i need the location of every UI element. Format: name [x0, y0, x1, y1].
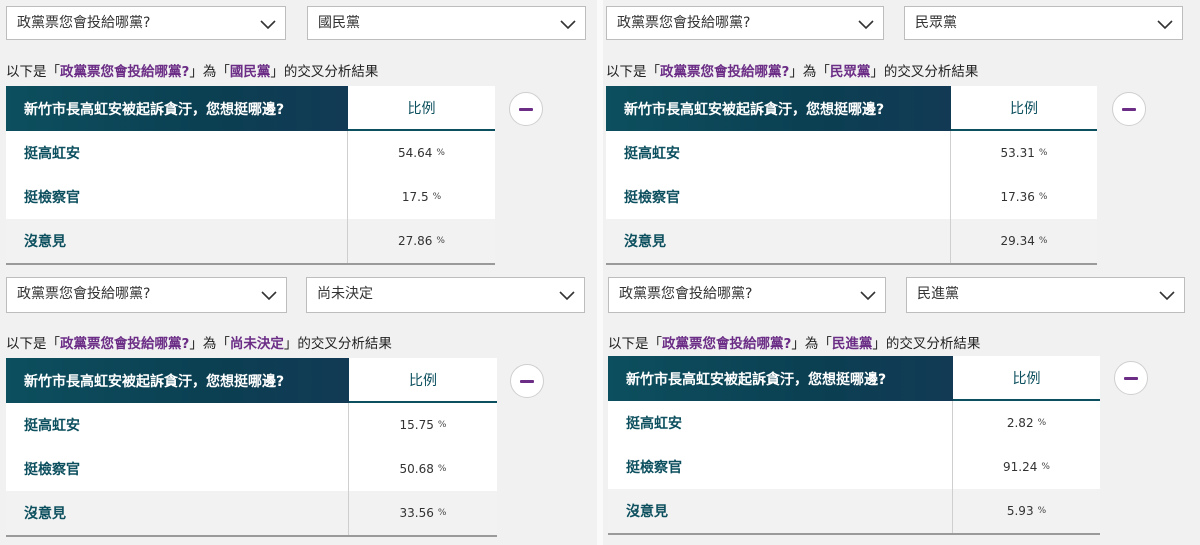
caption-question: 政黨票您會投給哪黨?: [60, 64, 190, 80]
caption-party: 民眾黨: [829, 64, 871, 80]
row-value: 2.82%: [953, 401, 1100, 445]
row-label: 沒意見: [6, 219, 348, 263]
table-row: 挺檢察官 17.5%: [6, 175, 495, 219]
table-header-question: 新竹市長高虹安被起訴貪汙，您想挺哪邊?: [606, 86, 951, 131]
collapse-button[interactable]: [509, 92, 543, 126]
table-header-ratio: 比例: [349, 358, 497, 403]
row-value: 33.56%: [349, 491, 497, 535]
table-row: 沒意見 5.93%: [608, 489, 1100, 533]
chevron-down-icon: [260, 20, 276, 30]
table-row: 挺檢察官 50.68%: [6, 447, 497, 491]
row-label: 沒意見: [6, 491, 349, 535]
table-header-ratio: 比例: [348, 86, 495, 131]
row-value: 50.68%: [349, 447, 497, 491]
row-value: 53.31%: [951, 131, 1097, 175]
row-label: 挺檢察官: [6, 175, 348, 219]
question-select-value: 政黨票您會投給哪黨?: [17, 286, 151, 302]
question-select-value: 政黨票您會投給哪黨?: [617, 15, 751, 31]
table-row: 挺高虹安 15.75%: [6, 403, 497, 447]
table-header-ratio: 比例: [953, 356, 1100, 401]
question-select[interactable]: 政黨票您會投給哪黨?: [606, 6, 884, 40]
row-label: 挺高虹安: [6, 131, 348, 175]
caption-party: 民進黨: [831, 336, 873, 352]
question-select[interactable]: 政黨票您會投給哪黨?: [6, 277, 287, 313]
minus-icon: [1124, 376, 1138, 380]
row-value: 17.5%: [348, 175, 495, 219]
collapse-button[interactable]: [1114, 361, 1148, 395]
row-label: 挺高虹安: [606, 131, 951, 175]
row-value: 29.34%: [951, 219, 1097, 263]
party-select[interactable]: 民眾黨: [904, 6, 1183, 40]
chevron-down-icon: [860, 291, 876, 301]
table-row: 挺高虹安 53.31%: [606, 131, 1097, 175]
minus-icon: [1122, 107, 1136, 111]
row-value: 17.36%: [951, 175, 1097, 219]
party-select-value: 民眾黨: [915, 15, 957, 31]
caption-party: 尚未決定: [229, 336, 284, 352]
minus-icon: [520, 379, 534, 383]
caption-party: 國民黨: [229, 64, 271, 80]
table-row: 挺檢察官 17.36%: [606, 175, 1097, 219]
party-select-value: 尚未決定: [317, 286, 373, 302]
chevron-down-icon: [858, 20, 874, 30]
party-select[interactable]: 民進黨: [906, 277, 1185, 313]
table-row: 沒意見 29.34%: [606, 219, 1097, 263]
crosstab-table: 新竹市長高虹安被起訴貪汙，您想挺哪邊? 比例 挺高虹安 15.75% 挺檢察官 …: [6, 358, 497, 537]
question-select-value: 政黨票您會投給哪黨?: [17, 15, 151, 31]
row-label: 挺檢察官: [606, 175, 951, 219]
table-row: 沒意見 27.86%: [6, 219, 495, 263]
table-row: 挺高虹安 54.64%: [6, 131, 495, 175]
panel-divider: [597, 0, 603, 545]
crosstab-table: 新竹市長高虹安被起訴貪汙，您想挺哪邊? 比例 挺高虹安 53.31% 挺檢察官 …: [606, 86, 1097, 265]
caption-question: 政黨票您會投給哪黨?: [662, 336, 792, 352]
row-label: 挺高虹安: [6, 403, 349, 447]
row-value: 54.64%: [348, 131, 495, 175]
crosstab-table: 新竹市長高虹安被起訴貪汙，您想挺哪邊? 比例 挺高虹安 54.64% 挺檢察官 …: [6, 86, 495, 265]
table-header-question: 新竹市長高虹安被起訴貪汙，您想挺哪邊?: [6, 86, 348, 131]
question-select[interactable]: 政黨票您會投給哪黨?: [608, 277, 886, 313]
table-header-question: 新竹市長高虹安被起訴貪汙，您想挺哪邊?: [608, 356, 953, 401]
row-label: 挺高虹安: [608, 401, 953, 445]
row-value: 27.86%: [348, 219, 495, 263]
row-value: 91.24%: [953, 445, 1100, 489]
caption-question: 政黨票您會投給哪黨?: [660, 64, 790, 80]
table-header-ratio: 比例: [951, 86, 1097, 131]
party-select[interactable]: 尚未決定: [306, 277, 585, 313]
table-row: 沒意見 33.56%: [6, 491, 497, 535]
row-value: 5.93%: [953, 489, 1100, 533]
caption-question: 政黨票您會投給哪黨?: [60, 336, 190, 352]
table-row: 挺高虹安 2.82%: [608, 401, 1100, 445]
chevron-down-icon: [1159, 291, 1175, 301]
row-label: 沒意見: [606, 219, 951, 263]
chevron-down-icon: [560, 20, 576, 30]
party-select-value: 民進黨: [917, 286, 959, 302]
crosstab-caption: 以下是「政黨票您會投給哪黨?」為「國民黨」的交叉分析結果: [6, 64, 379, 80]
question-select-value: 政黨票您會投給哪黨?: [619, 286, 753, 302]
collapse-button[interactable]: [510, 364, 544, 398]
crosstab-caption: 以下是「政黨票您會投給哪黨?」為「尚未決定」的交叉分析結果: [6, 336, 392, 352]
chevron-down-icon: [1157, 20, 1173, 30]
party-select-value: 國民黨: [318, 15, 360, 31]
collapse-button[interactable]: [1112, 92, 1146, 126]
crosstab-caption: 以下是「政黨票您會投給哪黨?」為「民眾黨」的交叉分析結果: [606, 64, 979, 80]
row-value: 15.75%: [349, 403, 497, 447]
party-select[interactable]: 國民黨: [307, 6, 586, 40]
question-select[interactable]: 政黨票您會投給哪黨?: [6, 6, 286, 40]
chevron-down-icon: [559, 291, 575, 301]
row-label: 沒意見: [608, 489, 953, 533]
crosstab-caption: 以下是「政黨票您會投給哪黨?」為「民進黨」的交叉分析結果: [608, 336, 981, 352]
chevron-down-icon: [261, 291, 277, 301]
table-header-question: 新竹市長高虹安被起訴貪汙，您想挺哪邊?: [6, 358, 349, 403]
minus-icon: [519, 107, 533, 111]
table-row: 挺檢察官 91.24%: [608, 445, 1100, 489]
row-label: 挺檢察官: [608, 445, 953, 489]
crosstab-table: 新竹市長高虹安被起訴貪汙，您想挺哪邊? 比例 挺高虹安 2.82% 挺檢察官 9…: [608, 356, 1100, 535]
row-label: 挺檢察官: [6, 447, 349, 491]
